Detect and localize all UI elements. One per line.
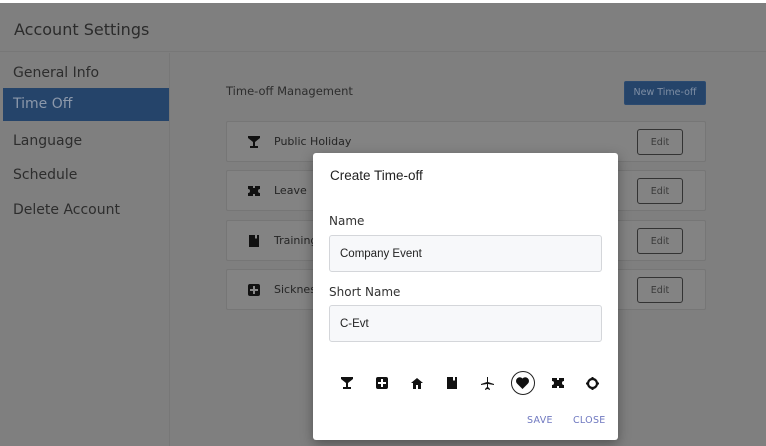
name-label: Name xyxy=(329,214,365,228)
icon-picker xyxy=(335,369,605,397)
sidebar-item-delete-account[interactable]: Delete Account xyxy=(3,194,169,227)
short-name-input[interactable] xyxy=(329,305,602,342)
ticket-icon xyxy=(247,184,260,197)
save-button[interactable]: SAVE xyxy=(527,415,553,426)
medical-plus-icon xyxy=(247,283,260,296)
sidebar-item-general-info[interactable]: General Info xyxy=(3,57,169,90)
section-title: Time-off Management xyxy=(226,84,353,98)
sidebar-item-time-off[interactable]: Time Off xyxy=(3,88,169,121)
ticket-icon[interactable] xyxy=(546,371,570,395)
edit-button[interactable]: Edit xyxy=(637,277,683,303)
edit-button[interactable]: Edit xyxy=(637,129,683,155)
edit-button[interactable]: Edit xyxy=(637,228,683,254)
cocktail-icon xyxy=(247,135,260,148)
close-button[interactable]: CLOSE xyxy=(573,415,606,426)
new-time-off-button[interactable]: New Time-off xyxy=(624,81,706,105)
book-icon[interactable] xyxy=(440,371,464,395)
cocktail-icon[interactable] xyxy=(335,371,359,395)
airplane-icon[interactable] xyxy=(476,371,500,395)
sidebar: General Info Time Off Language Schedule … xyxy=(0,53,170,446)
gear-icon[interactable] xyxy=(581,371,605,395)
row-label: Public Holiday xyxy=(274,135,352,148)
sidebar-item-language[interactable]: Language xyxy=(3,125,169,158)
row-label: Leave xyxy=(274,184,307,197)
edit-button[interactable]: Edit xyxy=(637,178,683,204)
row-label: Training xyxy=(274,234,318,247)
heart-icon[interactable] xyxy=(510,371,535,395)
dialog-title: Create Time-off xyxy=(330,168,423,183)
home-icon[interactable] xyxy=(405,371,429,395)
create-time-off-dialog: Create Time-off Name Short Name SAVE CLO… xyxy=(313,153,618,440)
medical-plus-icon[interactable] xyxy=(370,371,394,395)
book-icon xyxy=(247,234,260,247)
short-name-label: Short Name xyxy=(329,285,401,299)
header: Account Settings xyxy=(0,3,766,52)
name-input[interactable] xyxy=(329,235,602,272)
sidebar-item-schedule[interactable]: Schedule xyxy=(3,159,169,192)
page-title: Account Settings xyxy=(14,20,150,39)
